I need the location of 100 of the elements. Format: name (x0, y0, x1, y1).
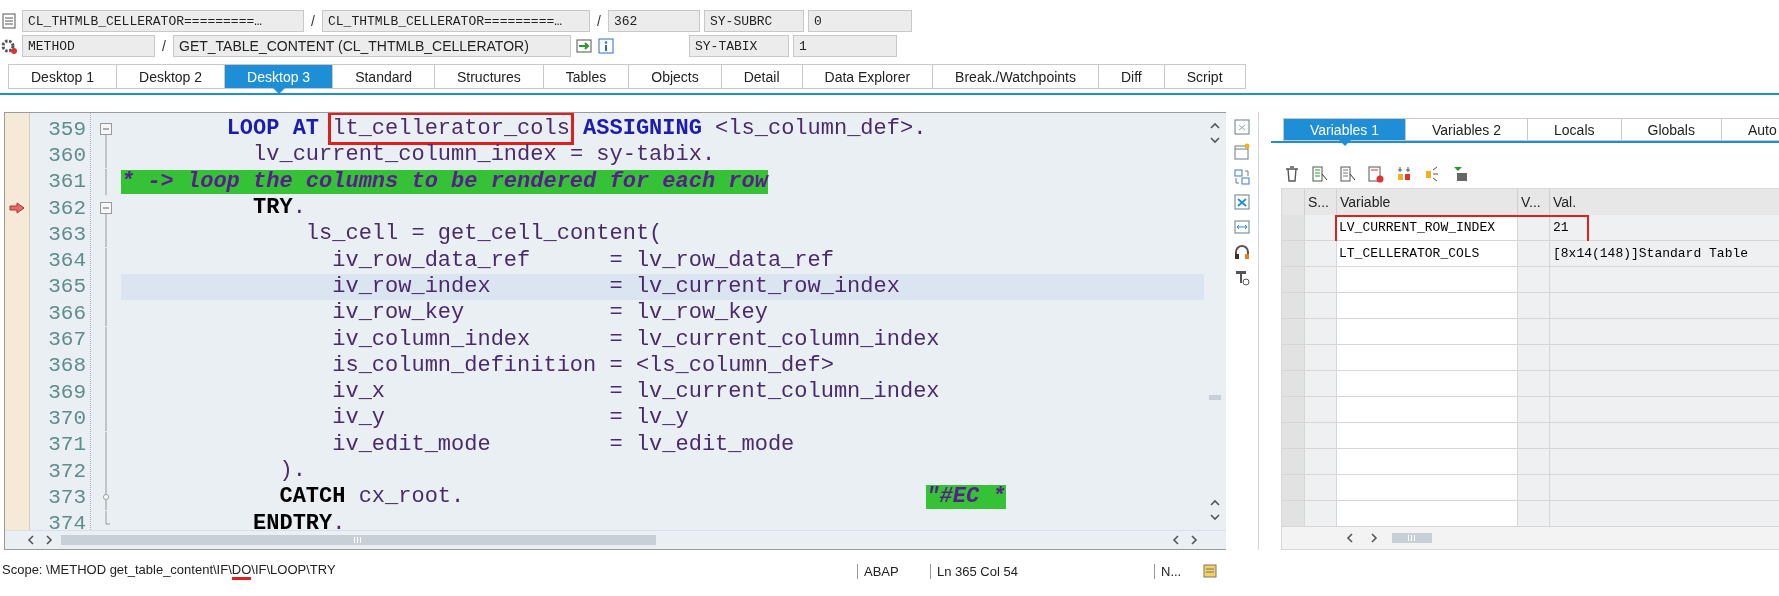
table-cell (1305, 241, 1337, 267)
code-text: is_column_definition = <ls_column_def> (332, 353, 834, 378)
scroll-right-icon[interactable] (43, 535, 55, 545)
line-number: 371 (48, 433, 87, 457)
tab[interactable]: Auto (1721, 118, 1779, 142)
separator: / (596, 13, 602, 29)
tab[interactable]: Desktop 2 (117, 64, 226, 89)
tab[interactable]: Structures (434, 64, 544, 89)
include-field[interactable]: CL_THTMLB_CELLERATOR=========… (22, 10, 304, 32)
tab[interactable]: Objects (629, 64, 722, 89)
language-indicator: ABAP (857, 563, 930, 579)
column-header: V... (1518, 189, 1550, 215)
code-text: CATCH cx_root. (279, 485, 465, 510)
code-comment: "#EC * (926, 485, 1006, 510)
scroll-up-icon[interactable] (1209, 498, 1222, 508)
line-number: 369 (48, 380, 87, 404)
column-header: Val. (1550, 189, 1779, 215)
line-number: 366 (48, 301, 87, 325)
tab[interactable]: Data Explorer (802, 64, 934, 89)
notepad-icon[interactable] (1201, 562, 1219, 580)
table-cell (1305, 215, 1337, 241)
line-number: 368 (48, 354, 87, 378)
tab[interactable]: Diff (1099, 64, 1165, 89)
code-text: iv_y = lv_y (332, 406, 689, 431)
code-text: iv_x = lv_current_column_index (332, 380, 940, 405)
line-number: 370 (48, 406, 87, 430)
line-number: 364 (48, 249, 87, 273)
system-field-value[interactable]: 0 (808, 10, 912, 32)
system-field-value[interactable]: 1 (793, 35, 897, 57)
line-number: 374 (48, 512, 87, 530)
swap-icon[interactable] (1233, 168, 1251, 186)
swap-icon[interactable] (575, 37, 593, 55)
code-text: ). (279, 459, 306, 483)
code-text: iv_column_index = lv_current_column_index (332, 327, 940, 352)
line-number: 359 (48, 117, 87, 141)
table-cell: LT_CELLERATOR_COLS (1337, 241, 1518, 267)
line-number: 361 (48, 170, 87, 194)
scroll-down-icon[interactable] (1209, 135, 1222, 145)
list-remove-icon[interactable] (1367, 165, 1385, 184)
tab[interactable]: Detail (721, 64, 803, 89)
code-text: ENDTRY. (253, 511, 346, 530)
code-text: ls_cell = get_cell_content( (305, 222, 663, 247)
code-comment: * -> loop the columns to be rendered for each row (121, 169, 768, 194)
tab[interactable]: Variables 2 (1406, 118, 1529, 142)
tab[interactable]: Break./Watchpoints (933, 64, 1099, 89)
list-cursor-icon[interactable] (1339, 165, 1357, 184)
code-text: lv_current_column_index = sy-tabix. (253, 143, 716, 168)
tool-icon[interactable] (1233, 268, 1251, 286)
scroll-right-icon[interactable] (1368, 533, 1380, 543)
tab[interactable]: Tables (543, 64, 630, 89)
column-header: Variable (1337, 189, 1518, 215)
scrollbar-thumb[interactable] (1392, 533, 1432, 543)
system-field-name: SY-SUBRC (704, 10, 804, 32)
close-box-icon[interactable] (1233, 193, 1251, 211)
table-cell: [8x14(148)]Standard Table (1550, 241, 1779, 267)
scrollbar-thumb[interactable] (1209, 395, 1222, 400)
scroll-left-icon[interactable] (25, 535, 37, 545)
scroll-down-icon[interactable] (1209, 512, 1222, 522)
table-cell: LV_CURRENT_ROW_INDEX (1337, 215, 1518, 241)
separator: / (310, 13, 316, 29)
line-number: 363 (48, 222, 87, 246)
list-cursor-icon[interactable] (1311, 165, 1329, 184)
code-text: iv_row_index = lv_current_row_index (332, 274, 900, 299)
table-cell (1518, 215, 1550, 241)
tab[interactable]: Standard (333, 64, 435, 89)
event-type-field[interactable]: METHOD (22, 35, 155, 57)
code-text: iv_row_key = lv_row_key (332, 301, 768, 326)
code-text: iv_row_data_ref = lv_row_data_ref (332, 248, 834, 273)
code-text: iv_edit_mode = lv_edit_mode (332, 432, 795, 457)
scope-path: Scope: \METHOD get_table_content\IF\DO\IF\LOOP\TRY (0, 562, 857, 580)
line-number: 367 (48, 328, 87, 351)
tab[interactable]: Script (1164, 64, 1246, 89)
event-field[interactable]: GET_TABLE_CONTENT (CL_THTMLB_CELLERATOR) (173, 35, 571, 57)
scroll-left-icon[interactable] (1344, 533, 1356, 543)
scroll-up-icon[interactable] (1209, 121, 1222, 131)
cursor-position: Ln 365 Col 54 (930, 563, 1087, 579)
mode-indicator: N... (1154, 563, 1201, 579)
document-icon (0, 12, 18, 30)
table-cell (1518, 241, 1550, 267)
tab[interactable]: Globals (1621, 118, 1722, 142)
line-field[interactable]: 362 (608, 10, 700, 32)
resize-icon[interactable] (1233, 218, 1251, 236)
column-header: S... (1305, 189, 1337, 215)
separator: / (161, 38, 167, 54)
line-number: 372 (48, 459, 87, 483)
program-field[interactable]: CL_THTMLB_CELLERATOR=========… (322, 10, 590, 32)
gear-icon (0, 37, 18, 55)
tab[interactable]: Desktop 1 (8, 64, 118, 89)
trash-icon[interactable] (1283, 165, 1301, 184)
tab[interactable]: Locals (1528, 118, 1622, 142)
headset-icon[interactable] (1233, 243, 1251, 261)
line-number: 360 (48, 143, 87, 167)
line-number: 362 (48, 196, 87, 220)
system-field-name: SY-TABIX (689, 35, 789, 57)
line-number: 365 (48, 275, 87, 299)
info-icon[interactable] (597, 37, 615, 55)
table-cell: 21 (1550, 215, 1779, 241)
code-text: TRY. (253, 196, 306, 221)
branch-icon[interactable] (1423, 165, 1441, 184)
scrollbar-thumb[interactable] (61, 535, 656, 545)
